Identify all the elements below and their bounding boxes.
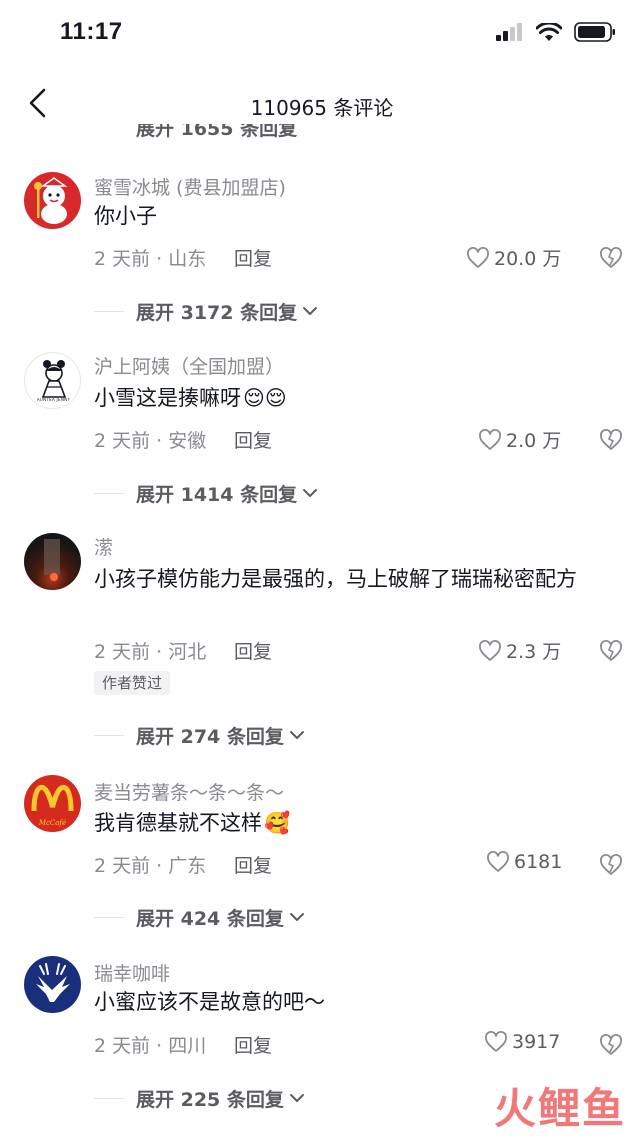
- partial-expand-replies[interactable]: 展开 1655 条回复: [136, 124, 316, 140]
- avatar[interactable]: [24, 533, 81, 590]
- heart-outline-icon: [479, 639, 501, 661]
- like-count: 2.0 万: [506, 430, 562, 452]
- like-button[interactable]: 3917: [484, 1031, 560, 1053]
- comment-text: 小雪这是揍嘛呀😌😌: [94, 382, 622, 414]
- reply-button[interactable]: 回复: [234, 637, 272, 664]
- expand-replies-button[interactable]: 展开 274 条回复: [94, 720, 306, 750]
- reply-button[interactable]: 回复: [234, 851, 272, 878]
- author-liked-badge: 作者赞过: [94, 671, 171, 695]
- heart-outline-icon: [479, 428, 501, 450]
- broken-heart-icon: [600, 1034, 622, 1055]
- comment-text: 小蜜应该不是故意的吧～: [94, 990, 325, 1014]
- like-count: 3917: [512, 1031, 561, 1053]
- heart-outline-icon: [485, 1031, 507, 1052]
- dislike-button[interactable]: [598, 853, 624, 877]
- divider-line: [94, 734, 124, 736]
- comment-username[interactable]: 沪上阿姨（全国加盟）: [94, 352, 284, 379]
- avatar[interactable]: AUNTEA JENNY: [24, 352, 81, 409]
- expand-replies-button[interactable]: 展开 225 条回复: [94, 1083, 306, 1113]
- battery-icon: [574, 22, 615, 42]
- cellular-signal-icon: [496, 23, 522, 41]
- dislike-button[interactable]: [598, 428, 624, 452]
- like-button[interactable]: 6181: [486, 851, 562, 873]
- dislike-button[interactable]: [598, 1033, 624, 1057]
- chevron-down-icon: [289, 913, 304, 921]
- comment-username[interactable]: 麦当劳薯条～条～条～: [94, 778, 284, 805]
- avatar[interactable]: [24, 172, 81, 229]
- expand-replies-label: 展开 274 条回复: [136, 725, 284, 748]
- candle-photo-icon: [44, 539, 60, 581]
- status-time: 11:17: [60, 18, 123, 45]
- watermark-logo: 火鲤鱼: [493, 1084, 626, 1133]
- like-count: 2.3 万: [506, 641, 562, 663]
- divider-line: [94, 916, 124, 918]
- like-count: 6181: [514, 851, 563, 873]
- comment-username[interactable]: 瑞幸咖啡: [94, 959, 170, 986]
- broken-heart-icon: [600, 854, 622, 875]
- comment-time-location: 2 天前 · 安徽: [94, 430, 207, 452]
- expand-replies-button[interactable]: 展开 3172 条回复: [94, 296, 319, 326]
- reply-button[interactable]: 回复: [234, 426, 272, 453]
- heart-outline-icon: [467, 246, 489, 268]
- expand-replies-button[interactable]: 展开 1414 条回复: [94, 478, 319, 508]
- broken-heart-icon: [600, 429, 622, 450]
- comment-time-location: 2 天前 · 广东: [94, 855, 207, 877]
- like-count: 20.0 万: [494, 248, 562, 270]
- avatar[interactable]: McCafé: [24, 775, 81, 832]
- nav-bar: 110965 条评论: [0, 70, 644, 136]
- expand-replies-label: 展开 3172 条回复: [136, 301, 298, 324]
- avatar[interactable]: [24, 956, 81, 1013]
- chevron-down-icon: [303, 489, 318, 497]
- divider-line: [94, 1097, 124, 1099]
- snowman-logo-icon: [34, 177, 68, 224]
- expand-replies-label: 展开 225 条回复: [136, 1088, 284, 1111]
- status-icons: [496, 22, 616, 42]
- like-button[interactable]: 20.0 万: [466, 244, 561, 271]
- emoji-hug: 🥰: [264, 811, 291, 835]
- avatar-logo-text: McCafé: [38, 819, 67, 827]
- comment-username[interactable]: 潆: [94, 533, 113, 560]
- comment-username[interactable]: 蜜雪冰城 (费县加盟店): [94, 173, 286, 200]
- deer-logo-icon: [36, 963, 70, 1002]
- wifi-icon: [536, 22, 562, 41]
- like-button[interactable]: 2.3 万: [478, 637, 561, 664]
- status-bar: 11:17: [0, 0, 644, 66]
- expand-replies-button[interactable]: 展开 424 条回复: [94, 902, 306, 932]
- reply-button[interactable]: 回复: [234, 1031, 272, 1058]
- avatar-logo-text: AUNTEA JENNY: [36, 398, 71, 402]
- broken-heart-icon: [600, 247, 622, 268]
- heart-outline-icon: [487, 851, 509, 872]
- comment-time-location: 2 天前 · 四川: [94, 1035, 207, 1057]
- comment-count-title: 110965 条评论: [250, 96, 394, 120]
- chevron-down-icon: [289, 1094, 304, 1102]
- comment-text-body: 我肯德基就不这样: [94, 811, 262, 835]
- comment-text: 小孩子模仿能力是最强的，马上破解了瑞瑞秘密配方: [94, 567, 577, 591]
- dislike-button[interactable]: [598, 246, 624, 270]
- comment-text: 我肯德基就不这样🥰: [94, 807, 622, 839]
- broken-heart-icon: [600, 640, 622, 661]
- chevron-down-icon: [289, 731, 304, 739]
- comment-text: 你小子: [94, 204, 157, 228]
- divider-line: [94, 492, 124, 494]
- dislike-button[interactable]: [598, 639, 624, 663]
- comment-time-location: 2 天前 · 河北: [94, 641, 207, 663]
- chevron-down-icon: [303, 307, 318, 315]
- comment-time-location: 2 天前 · 山东: [94, 248, 207, 270]
- expand-replies-label: 展开 424 条回复: [136, 907, 284, 930]
- divider-line: [94, 310, 124, 312]
- emoji-relieved: 😌😌: [243, 386, 287, 410]
- expand-replies-label: 展开 1414 条回复: [136, 483, 298, 506]
- like-button[interactable]: 2.0 万: [478, 426, 561, 453]
- comment-text-body: 小雪这是揍嘛呀: [94, 386, 241, 410]
- reply-button[interactable]: 回复: [234, 244, 272, 271]
